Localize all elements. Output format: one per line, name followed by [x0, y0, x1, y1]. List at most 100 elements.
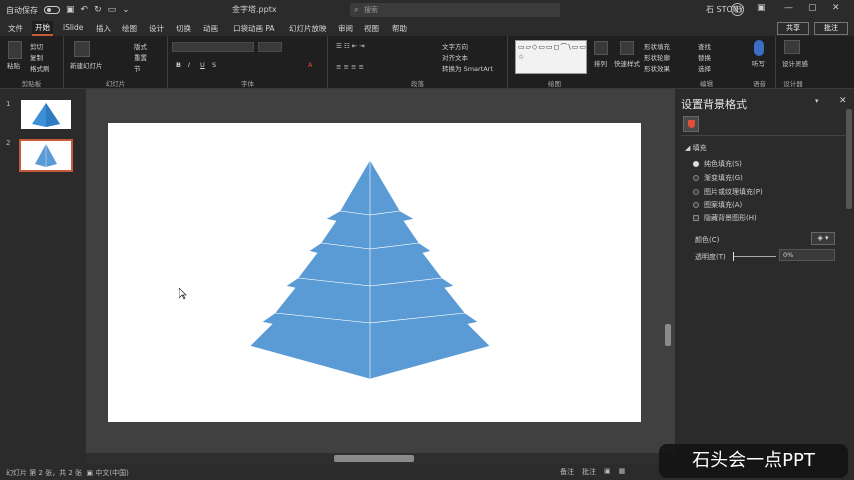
search-input[interactable]: ⌕ 搜索	[350, 3, 560, 17]
slide-canvas[interactable]	[108, 123, 641, 422]
horizontal-scroll-thumb[interactable]	[334, 455, 414, 462]
italic-button[interactable]: I	[188, 61, 190, 69]
checkbox-icon[interactable]	[693, 215, 699, 221]
status-right: 备注 批注 ▣ ▦	[560, 467, 625, 477]
quick-styles-button[interactable]: 快速样式	[614, 58, 640, 68]
maximize-icon[interactable]: ▢	[808, 3, 817, 13]
transparency-input[interactable]: 0%	[779, 249, 835, 261]
section-button[interactable]: 节	[134, 63, 141, 73]
radio-icon[interactable]	[693, 202, 699, 208]
shape-effects-button[interactable]: 形状效果	[644, 63, 670, 73]
group-label-editing: 编辑	[700, 80, 713, 88]
avatar[interactable]: 石	[731, 3, 744, 16]
font-name-select[interactable]	[172, 42, 254, 52]
close-icon[interactable]: ✕	[832, 3, 840, 13]
smartart-button[interactable]: 转换为 SmartArt	[442, 63, 493, 73]
redo-icon[interactable]: ↻	[94, 5, 102, 15]
dictate-button[interactable]: 听写	[752, 58, 765, 68]
share-button[interactable]: 共享	[777, 22, 809, 35]
present-icon[interactable]: ▭	[108, 5, 117, 15]
transparency-slider[interactable]	[733, 252, 776, 261]
save-icon[interactable]: ▣	[66, 5, 75, 15]
tab-transitions[interactable]: 切换	[176, 23, 191, 34]
group-label-slides: 幻灯片	[105, 80, 126, 88]
bold-button[interactable]: B	[176, 61, 181, 69]
autosave-toggle[interactable]	[44, 6, 60, 14]
new-slide-button[interactable]: 新建幻灯片	[70, 60, 103, 70]
pyramid-shape[interactable]	[108, 123, 641, 422]
arrange-button[interactable]: 排列	[594, 58, 607, 68]
pane-options-icon[interactable]: ▾	[815, 97, 819, 105]
new-slide-icon[interactable]	[74, 41, 90, 57]
tab-animations[interactable]: 动画	[203, 23, 218, 34]
tab-insert[interactable]: 插入	[96, 23, 111, 34]
fill-section-header[interactable]: ◢ 填充	[685, 143, 707, 153]
layout-button[interactable]: 版式	[134, 41, 147, 51]
tab-review[interactable]: 审阅	[338, 23, 353, 34]
paste-button[interactable]: 粘贴	[7, 60, 20, 70]
align-text-button[interactable]: 对齐文本	[442, 52, 468, 62]
radio-icon[interactable]	[693, 161, 699, 167]
fill-bucket-icon[interactable]	[683, 116, 699, 132]
search-icon: ⌕	[354, 5, 359, 14]
radio-icon[interactable]	[693, 189, 699, 195]
language-indicator[interactable]: 中文(中国)	[95, 469, 128, 477]
quick-styles-icon[interactable]	[620, 41, 634, 55]
design-ideas-icon[interactable]	[784, 40, 800, 54]
cut-button[interactable]: 剪切	[30, 41, 43, 51]
arrange-icon[interactable]	[594, 41, 608, 55]
gradient-fill-option[interactable]: 渐变填充(G)	[693, 173, 743, 183]
color-picker-button[interactable]: ◈ ▾	[811, 232, 835, 245]
align-icon[interactable]: ≡ ≡ ≡ ≡	[336, 63, 364, 71]
find-button[interactable]: 查找	[698, 41, 711, 51]
hide-background-option[interactable]: 隐藏背景图形(H)	[693, 213, 757, 223]
normal-view-icon[interactable]: ▣	[604, 467, 611, 477]
design-ideas-button[interactable]: 设计灵感	[782, 58, 808, 68]
tab-draw[interactable]: 绘图	[122, 23, 137, 34]
tab-slideshow[interactable]: 幻灯片放映	[289, 23, 327, 34]
shape-fill-button[interactable]: 形状填充	[644, 41, 670, 51]
bullets-icon[interactable]: ☰ ☷ ⇤ ⇥	[336, 42, 365, 50]
minimize-icon[interactable]: —	[784, 3, 793, 13]
tab-pocket-animation[interactable]: 口袋动画 PA	[233, 23, 275, 34]
tab-file[interactable]: 文件	[8, 23, 23, 34]
radio-icon[interactable]	[693, 175, 699, 181]
ribbon-display-icon[interactable]: ▣	[757, 3, 766, 13]
underline-button[interactable]: U	[200, 61, 205, 69]
solid-fill-option[interactable]: 纯色填充(S)	[693, 159, 742, 169]
font-size-select[interactable]	[258, 42, 282, 52]
microphone-icon[interactable]	[754, 40, 764, 56]
undo-icon[interactable]: ↶	[81, 5, 89, 15]
replace-button[interactable]: 替换	[698, 52, 711, 62]
tab-home[interactable]: 开始	[32, 21, 53, 36]
picture-fill-option[interactable]: 图片或纹理填充(P)	[693, 187, 763, 197]
slide-thumbnail-2[interactable]	[19, 139, 73, 172]
vertical-scrollbar[interactable]	[664, 96, 672, 453]
reset-button[interactable]: 重置	[134, 52, 147, 62]
horizontal-scrollbar[interactable]	[86, 453, 674, 464]
pane-scrollbar[interactable]	[846, 109, 852, 209]
text-direction-button[interactable]: 文字方向	[442, 41, 468, 51]
notes-button[interactable]: 备注	[560, 467, 574, 477]
pane-close-icon[interactable]: ✕	[839, 96, 847, 106]
paste-icon[interactable]	[8, 41, 22, 59]
comments-button[interactable]: 批注	[582, 467, 596, 477]
select-button[interactable]: 选择	[698, 63, 711, 73]
copy-button[interactable]: 复制	[30, 52, 43, 62]
vertical-scroll-thumb[interactable]	[665, 324, 671, 346]
comment-button[interactable]: 批注	[814, 22, 848, 35]
tab-islide[interactable]: iSlide	[63, 23, 83, 32]
strikethrough-button[interactable]: S	[212, 61, 216, 69]
tab-design[interactable]: 设计	[149, 23, 164, 34]
sorter-view-icon[interactable]: ▦	[619, 467, 626, 477]
format-painter-button[interactable]: 格式刷	[30, 63, 50, 73]
powerpoint-window: 自动保存 ▣ ↶ ↻ ▭ ⌄ 金字塔.pptx ⌕ 搜索 石 STONY 石 ▣…	[0, 0, 854, 480]
pattern-fill-option[interactable]: 图案填充(A)	[693, 200, 742, 210]
slide-thumbnail-1[interactable]	[21, 100, 71, 129]
font-color-button[interactable]: A	[308, 61, 312, 69]
tab-view[interactable]: 视图	[364, 23, 379, 34]
tab-help[interactable]: 帮助	[392, 23, 407, 34]
shape-outline-button[interactable]: 形状轮廓	[644, 52, 670, 62]
transparency-value: 0%	[783, 251, 794, 259]
customize-qat-icon[interactable]: ⌄	[122, 5, 130, 15]
